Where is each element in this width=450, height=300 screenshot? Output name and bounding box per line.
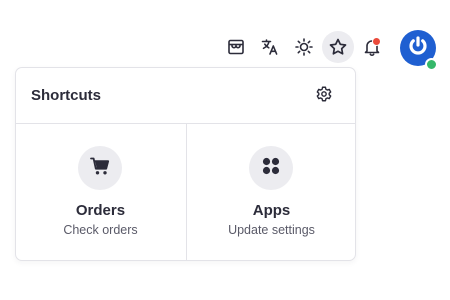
- power-icon: [406, 34, 430, 63]
- gear-icon: [315, 85, 333, 108]
- storefront-button[interactable]: [220, 31, 252, 63]
- translate-icon: [260, 37, 280, 57]
- online-status-dot: [425, 58, 438, 71]
- notification-dot: [372, 37, 381, 46]
- theme-toggle-button[interactable]: [288, 31, 320, 63]
- storefront-icon: [226, 37, 246, 57]
- sun-icon: [294, 37, 314, 57]
- shortcut-orders-icon-wrap: [78, 146, 122, 190]
- star-icon: [328, 37, 348, 57]
- shortcuts-dropdown: Shortcuts Orders Check orders Apps Updat…: [15, 67, 356, 261]
- shortcut-label: Apps: [252, 202, 291, 219]
- shortcut-subtitle: Check orders: [63, 223, 138, 237]
- translate-button[interactable]: [254, 31, 286, 63]
- notifications-button[interactable]: [356, 31, 388, 63]
- cart-icon: [89, 155, 111, 182]
- top-navbar: [0, 0, 450, 71]
- shortcut-label: Orders: [75, 202, 126, 219]
- shortcuts-title: Shortcuts: [31, 87, 102, 104]
- shortcut-apps[interactable]: Apps Update settings: [186, 124, 356, 260]
- shortcuts-header: Shortcuts: [16, 68, 355, 124]
- shortcuts-button[interactable]: [322, 31, 354, 63]
- shortcut-orders[interactable]: Orders Check orders: [16, 124, 185, 260]
- shortcut-subtitle: Update settings: [228, 223, 315, 237]
- apps-icon: [261, 156, 281, 181]
- shortcuts-settings-button[interactable]: [312, 84, 336, 108]
- shortcut-apps-icon-wrap: [249, 146, 293, 190]
